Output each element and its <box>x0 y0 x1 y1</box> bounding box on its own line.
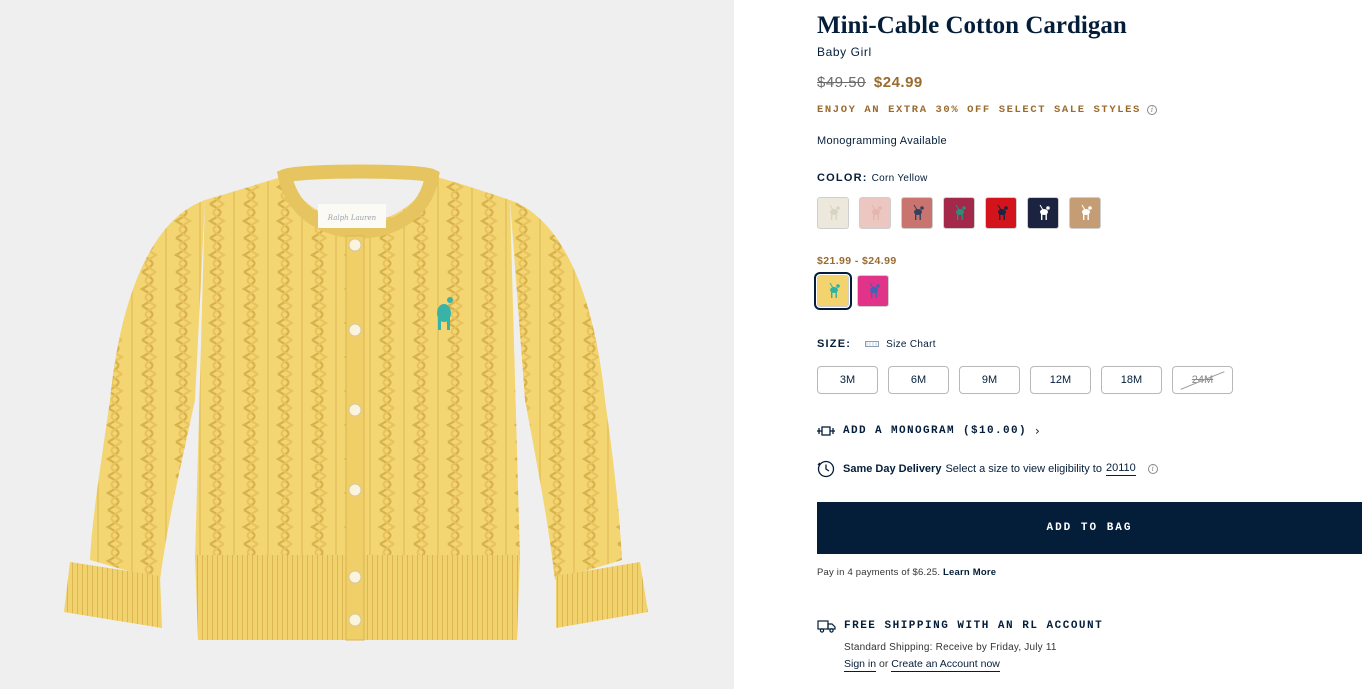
size-row: SIZE: Size Chart <box>817 338 936 350</box>
sale-color-swatch-list <box>814 272 889 310</box>
add-monogram-label: ADD A MONOGRAM ($10.00) <box>843 425 1028 437</box>
add-monogram-link[interactable]: ADD A MONOGRAM ($10.00) › <box>817 424 1041 438</box>
create-account-label: Create an Account <box>891 658 978 670</box>
promo-banner: ENJOY AN EXTRA 30% OFF SELECT SALE STYLE… <box>817 104 1157 116</box>
same-day-delivery: Same Day Delivery Select a size to view … <box>817 460 1158 478</box>
size-button-12m[interactable]: 12M <box>1030 366 1091 394</box>
product-image-gallery[interactable]: Ralph Lauren <box>0 0 734 689</box>
size-chart-link[interactable]: Size Chart <box>886 339 936 350</box>
delivery-title: Same Day Delivery <box>843 463 942 475</box>
monogram-icon <box>817 426 835 436</box>
color-label: COLOR: <box>817 172 868 184</box>
free-shipping-heading: FREE SHIPPING WITH AN RL ACCOUNT <box>817 619 1103 633</box>
free-shipping-title: FREE SHIPPING WITH AN RL ACCOUNT <box>844 620 1104 632</box>
ruler-icon <box>865 341 880 347</box>
polo-pony-icon <box>871 204 882 220</box>
product-title: Mini-Cable Cotton Cardigan <box>817 12 1127 39</box>
color-row: COLOR: Corn Yellow <box>817 172 928 184</box>
size-button-3m[interactable]: 3M <box>817 366 878 394</box>
size-options: 3M 6M 9M 12M 18M 24M <box>817 366 1233 394</box>
color-swatch-cream[interactable] <box>817 197 849 229</box>
clock-icon <box>817 460 835 478</box>
learn-more-link[interactable]: Learn More <box>943 567 996 578</box>
chevron-right-icon: › <box>1035 424 1042 438</box>
now-text: now <box>980 658 1000 670</box>
delivery-text: Select a size to view eligibility to <box>945 463 1102 475</box>
product-subtitle: Baby Girl <box>817 45 872 59</box>
polo-pony-icon <box>1039 204 1050 220</box>
product-info-panel: Mini-Cable Cotton Cardigan Baby Girl $49… <box>814 0 1362 689</box>
price-original: $49.50 <box>817 74 866 91</box>
price-row: $49.50 $24.99 <box>817 74 923 91</box>
color-swatch-hot-pink[interactable] <box>857 275 889 307</box>
size-button-9m[interactable]: 9M <box>959 366 1020 394</box>
polo-pony-icon <box>829 204 840 220</box>
shipping-detail: Standard Shipping: Receive by Friday, Ju… <box>844 642 1057 653</box>
size-button-6m[interactable]: 6M <box>888 366 949 394</box>
truck-icon <box>817 620 836 633</box>
monogram-availability: Monogramming Available <box>817 135 947 147</box>
installments-text: Pay in 4 payments of $6.25. <box>817 567 941 578</box>
create-account-link[interactable]: Create an Account now <box>891 658 1000 672</box>
add-to-bag-button[interactable]: ADD TO BAG <box>817 502 1362 554</box>
size-button-24m[interactable]: 24M <box>1172 366 1233 394</box>
svg-text:Ralph Lauren: Ralph Lauren <box>327 214 377 222</box>
polo-pony-icon <box>913 204 924 220</box>
color-swatch-navy[interactable] <box>1027 197 1059 229</box>
product-image-cardigan: Ralph Lauren <box>64 164 648 641</box>
promo-text: ENJOY AN EXTRA 30% OFF SELECT SALE STYLE… <box>817 104 1141 116</box>
polo-pony-icon <box>997 204 1008 220</box>
color-swatch-camel[interactable] <box>1069 197 1101 229</box>
size-label: SIZE: <box>817 338 852 350</box>
size-button-18m[interactable]: 18M <box>1101 366 1162 394</box>
polo-pony-icon <box>1081 204 1092 220</box>
zip-code-link[interactable]: 20110 <box>1105 462 1136 476</box>
polo-pony-icon <box>869 282 880 298</box>
color-swatch-light-pink[interactable] <box>859 197 891 229</box>
price-sale: $24.99 <box>873 74 923 91</box>
account-links: Sign in or Create an Account now <box>844 658 1000 672</box>
price-range: $21.99 - $24.99 <box>817 255 897 267</box>
color-swatch-berry[interactable] <box>943 197 975 229</box>
color-selected-name: Corn Yellow <box>871 173 928 184</box>
info-icon[interactable]: i <box>1146 105 1157 115</box>
sign-in-link[interactable]: Sign in <box>844 658 877 672</box>
polo-pony-icon <box>829 282 840 298</box>
color-swatch-list <box>817 197 1101 229</box>
color-swatch-corn-yellow[interactable] <box>814 272 852 310</box>
installments-note: Pay in 4 payments of $6.25. Learn More <box>817 567 996 578</box>
info-icon[interactable]: i <box>1147 464 1158 474</box>
color-swatch-red[interactable] <box>985 197 1017 229</box>
color-swatch-rose[interactable] <box>901 197 933 229</box>
polo-pony-icon <box>955 204 966 220</box>
or-text: or <box>879 658 889 670</box>
